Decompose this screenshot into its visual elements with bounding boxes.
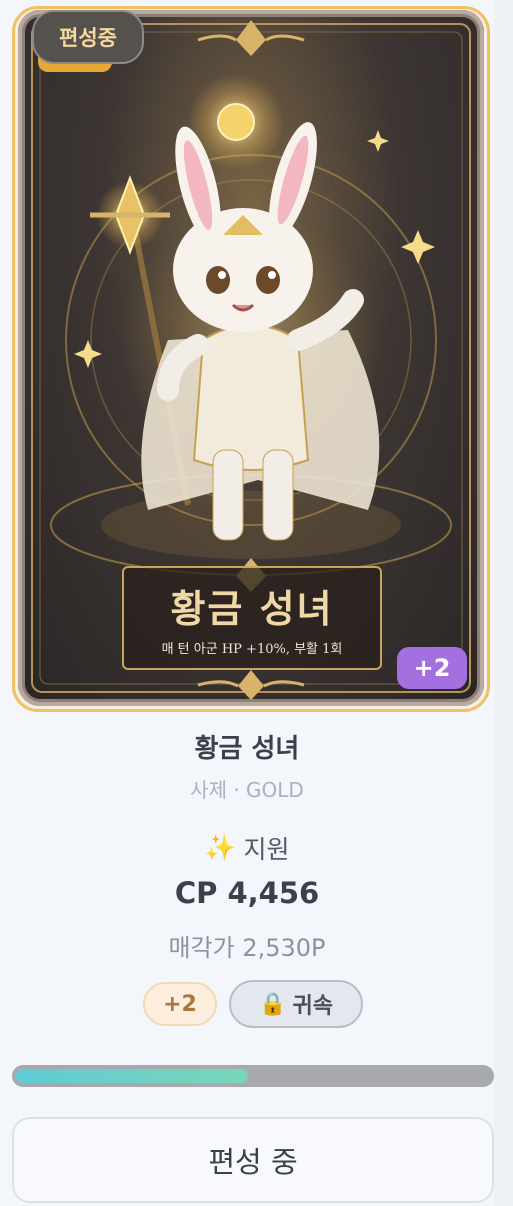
- enhance-level-badge: +2: [397, 647, 467, 689]
- card-title: 황금 성녀: [170, 586, 334, 631]
- class-and-grade: 사제 · GOLD: [190, 778, 304, 802]
- character-name: 황금 성녀: [194, 734, 300, 764]
- progress-fill: [16, 1069, 248, 1083]
- bound-lock-chip[interactable]: 🔒 귀속: [229, 980, 363, 1028]
- role-label: ✨ 지원: [0, 830, 494, 866]
- sell-price: 매각가 2,530P: [168, 934, 326, 962]
- in-formation-button[interactable]: 편성 중: [12, 1117, 494, 1203]
- enhance-chip: +2: [143, 982, 217, 1026]
- card-skill-description: 매 턴 아군 HP +10%, 부활 1회: [161, 642, 343, 657]
- progress-bar: [12, 1065, 494, 1087]
- bound-label: 귀속: [292, 994, 333, 1019]
- sparkles-icon: ✨: [204, 833, 236, 862]
- status-badge: 편성중: [32, 10, 144, 64]
- card-name-plate: 황금 성녀 매 턴 아군 HP +10%, 부활 1회: [122, 566, 382, 670]
- role-text: 지원: [243, 835, 290, 864]
- combat-power: CP 4,456: [174, 876, 320, 910]
- lock-icon: 🔒: [259, 991, 287, 1017]
